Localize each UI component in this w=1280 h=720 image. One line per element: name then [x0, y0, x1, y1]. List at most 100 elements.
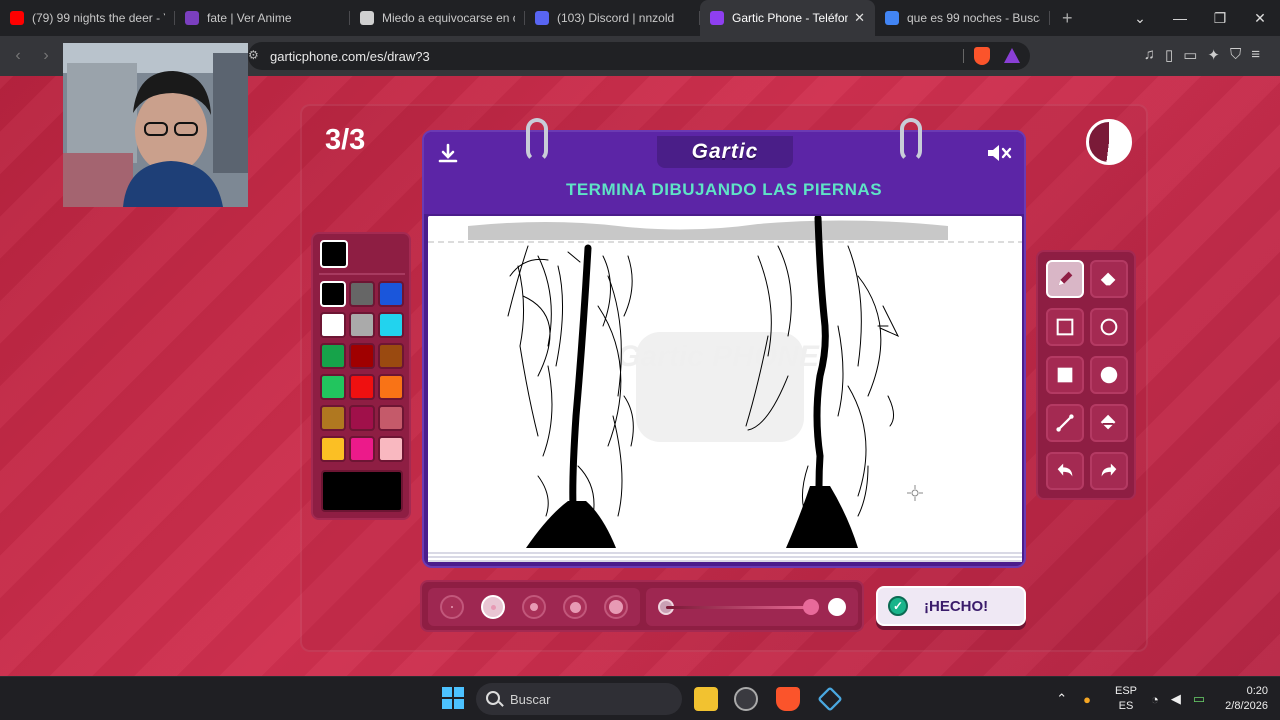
opacity-handle[interactable]	[803, 599, 819, 615]
color-swatch[interactable]	[378, 343, 404, 369]
tab-title: Miedo a equivocarse en c	[382, 11, 515, 25]
browser-tab[interactable]: (103) Discord | nnzold	[525, 0, 700, 36]
browser-tab[interactable]: (79) 99 nights the deer - Y	[0, 0, 175, 36]
redo-tool-button[interactable]	[1090, 452, 1128, 490]
eraser-icon	[1100, 272, 1116, 286]
brave-rewards-icon[interactable]	[1004, 48, 1020, 63]
forward-icon[interactable]: ›	[32, 47, 60, 65]
color-swatch[interactable]	[349, 405, 375, 431]
lang-top: ESP	[1115, 685, 1138, 697]
gartic-icon	[710, 11, 724, 25]
brave-browser-icon[interactable]	[776, 687, 800, 711]
color-swatch[interactable]	[349, 374, 375, 400]
color-swatch[interactable]	[378, 436, 404, 462]
lang-bottom: ES	[1118, 700, 1134, 712]
color-swatch[interactable]	[378, 281, 404, 307]
color-swatch[interactable]	[378, 374, 404, 400]
color-swatch[interactable]	[320, 281, 346, 307]
address-bar[interactable]: ⚙ garticphone.com/es/draw?3	[248, 42, 1030, 70]
notebook-ring	[900, 118, 922, 162]
canvas-drawing: Gartic PHONE	[428, 216, 1022, 548]
mute-icon[interactable]	[986, 142, 1014, 164]
circle-outline-tool-button[interactable]	[1090, 308, 1128, 346]
menu-icon[interactable]: ≡	[1251, 46, 1260, 64]
anime-site-icon	[185, 11, 199, 25]
color-swatch[interactable]	[320, 374, 346, 400]
done-button-label: ¡HECHO!	[924, 597, 989, 615]
close-tab-icon[interactable]: ✕	[854, 10, 865, 26]
brush-controls	[420, 580, 864, 632]
minimize-icon[interactable]: —	[1160, 10, 1200, 26]
color-swatch[interactable]	[320, 343, 346, 369]
brush-size-option[interactable]	[604, 595, 628, 619]
square-filled-tool-button[interactable]	[1046, 356, 1084, 394]
color-swatch[interactable]	[320, 312, 346, 338]
tab-search-icon[interactable]: ⌄	[1120, 10, 1160, 27]
back-icon[interactable]: ‹	[4, 47, 32, 65]
tab-title: que es 99 noches - Busca	[907, 11, 1040, 25]
square-outline-tool-button[interactable]	[1046, 308, 1084, 346]
clock[interactable]: 0:20 2/8/2026	[1225, 684, 1268, 714]
discord-icon	[535, 11, 549, 25]
site-settings-icon[interactable]: ⚙	[248, 48, 259, 62]
wallet-icon[interactable]: ▭	[1183, 46, 1197, 64]
line-icon	[1056, 414, 1074, 432]
restore-icon[interactable]: ❐	[1200, 10, 1240, 27]
done-button[interactable]: ✓ ¡HECHO!	[876, 586, 1026, 626]
browser-tab[interactable]: fate | Ver Anime	[175, 0, 350, 36]
color-swatch[interactable]	[378, 405, 404, 431]
check-icon: ✓	[888, 596, 908, 616]
eraser-tool-button[interactable]	[1090, 260, 1128, 298]
cursor-crosshair-icon	[907, 485, 923, 501]
color-swatch[interactable]	[378, 312, 404, 338]
roblox-icon[interactable]	[734, 687, 758, 711]
color-swatch[interactable]	[320, 405, 346, 431]
opacity-track[interactable]	[666, 606, 811, 609]
brush-size-option[interactable]	[522, 595, 546, 619]
browser-tab[interactable]: que es 99 noches - Busca	[875, 0, 1050, 36]
brave-shields-icon[interactable]	[974, 47, 990, 65]
pencil-tool-button[interactable]	[1046, 260, 1084, 298]
timer-icon	[1086, 119, 1132, 165]
browser-tab-strip: (79) 99 nights the deer - Y fate | Ver An…	[0, 0, 1280, 36]
line-tool-button[interactable]	[1046, 404, 1084, 442]
media-icon[interactable]: ♫	[1144, 46, 1155, 64]
browser-tab[interactable]: Miedo a equivocarse en c	[350, 0, 525, 36]
drawing-canvas[interactable]: Gartic PHONE	[428, 216, 1022, 560]
file-explorer-icon[interactable]	[694, 687, 718, 711]
color-swatch[interactable]	[349, 312, 375, 338]
new-tab-button[interactable]: +	[1062, 8, 1073, 29]
vpn-icon[interactable]: ⛉	[1230, 46, 1241, 64]
show-hidden-icons[interactable]: ⌃	[1056, 691, 1067, 707]
volume-icon[interactable]: ◀	[1171, 691, 1181, 707]
brush-size-option[interactable]	[440, 595, 464, 619]
custom-color-picker[interactable]	[321, 470, 403, 512]
circle-filled-tool-button[interactable]	[1090, 356, 1128, 394]
brush-size-option[interactable]	[563, 595, 587, 619]
drawing-board: Gartic TERMINA DIBUJANDO LAS PIERNAS Gar…	[422, 118, 1026, 568]
color-swatch[interactable]	[320, 436, 346, 462]
windows-start-icon[interactable]	[442, 687, 464, 709]
leo-ai-icon[interactable]: ✦	[1207, 46, 1220, 64]
sidebar-icon[interactable]: ▯	[1165, 46, 1173, 64]
brush-size-option[interactable]	[481, 595, 505, 619]
microphone-icon[interactable]: ●	[1083, 692, 1091, 707]
bucket-fill-tool-button[interactable]	[1090, 404, 1128, 442]
language-indicator[interactable]: ESP ES	[1115, 684, 1137, 714]
close-window-icon[interactable]: ✕	[1240, 10, 1280, 27]
download-icon[interactable]	[436, 142, 460, 166]
undo-tool-button[interactable]	[1046, 452, 1084, 490]
opacity-slider[interactable]	[646, 588, 858, 626]
battery-icon[interactable]: ▭	[1193, 691, 1205, 707]
color-swatch[interactable]	[349, 281, 375, 307]
webcam-overlay	[63, 43, 248, 207]
system-tray: ⌃ ● ESP ES ◔ ◀ ▭ 0:20 2/8/2026	[1056, 683, 1268, 715]
wifi-icon[interactable]: ◔	[1151, 692, 1159, 707]
browser-tab[interactable]: Gartic Phone - Teléfono ✕	[700, 0, 875, 36]
tab-title: (103) Discord | nnzold	[557, 11, 675, 25]
color-swatch[interactable]	[349, 436, 375, 462]
taskbar-search[interactable]: Buscar	[476, 683, 682, 715]
app-icon[interactable]	[817, 686, 843, 712]
pencil-icon	[1058, 271, 1073, 286]
color-swatch[interactable]	[349, 343, 375, 369]
